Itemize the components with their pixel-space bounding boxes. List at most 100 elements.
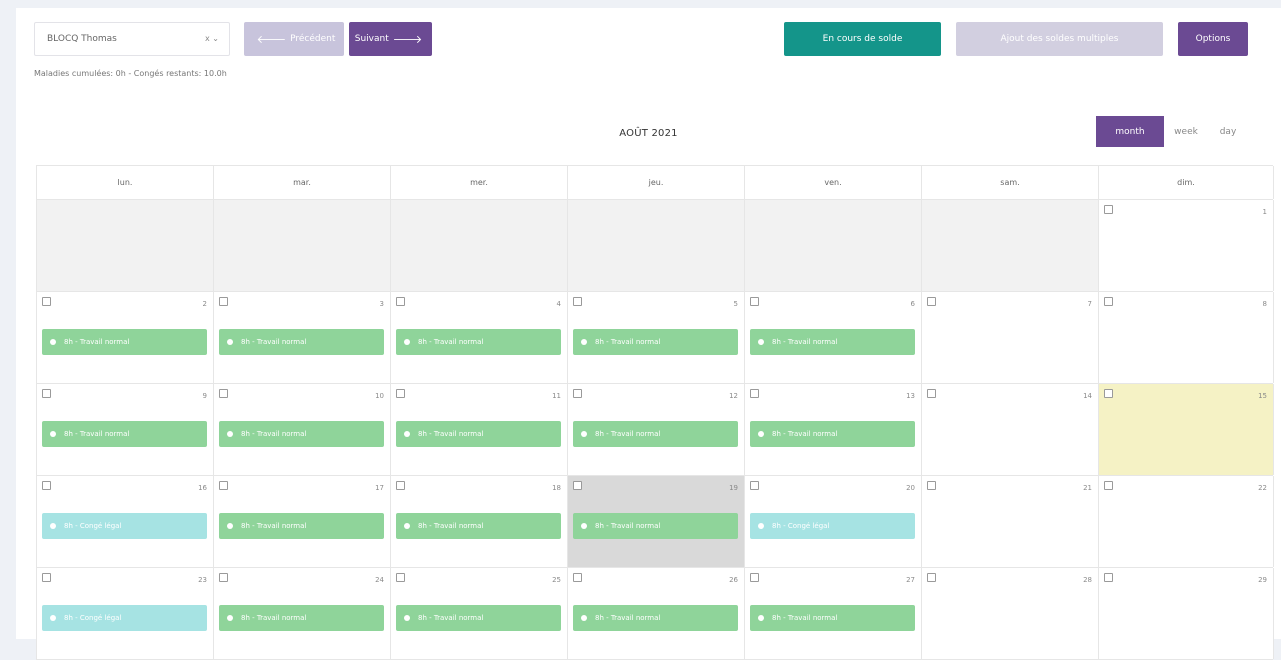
work-event[interactable]: 8h - Travail normal [42,421,207,447]
work-event[interactable]: 8h - Travail normal [750,329,915,355]
work-event[interactable]: 8h - Travail normal [750,605,915,631]
arrow-right-icon: 🡒 [392,33,423,46]
day-cell[interactable]: 10 8h - Travail normal [214,384,391,475]
day-cell[interactable]: 18 8h - Travail normal [391,476,568,567]
day-cell[interactable]: 8 [1099,292,1274,383]
day-cell[interactable]: 27 8h - Travail normal [745,568,922,659]
employee-select[interactable]: BLOCQ Thomas x ⌄ [34,22,230,56]
event-dot-icon [581,339,587,345]
day-select-checkbox[interactable] [396,389,405,398]
work-event[interactable]: 8h - Travail normal [573,605,738,631]
day-select-checkbox[interactable] [927,573,936,582]
work-event[interactable]: 8h - Travail normal [42,329,207,355]
day-number: 25 [552,576,561,584]
work-event[interactable]: 8h - Travail normal [396,329,561,355]
day-cell[interactable]: 28 [922,568,1099,659]
day-select-checkbox[interactable] [927,481,936,490]
day-select-checkbox[interactable] [396,297,405,306]
day-select-checkbox[interactable] [750,481,759,490]
planning-page: BLOCQ Thomas x ⌄ 🡐 Précédent Suivant 🡒 E… [16,8,1281,660]
day-cell[interactable]: 3 8h - Travail normal [214,292,391,383]
day-cell[interactable]: 4 8h - Travail normal [391,292,568,383]
options-button[interactable]: Options [1178,22,1248,56]
day-select-checkbox[interactable] [219,389,228,398]
day-cell[interactable]: 29 [1099,568,1274,659]
day-select-checkbox[interactable] [219,297,228,306]
view-day-button[interactable]: day [1208,116,1248,147]
day-cell[interactable]: 20 8h - Congé légal [745,476,922,567]
day-select-checkbox[interactable] [927,389,936,398]
day-cell[interactable]: 14 [922,384,1099,475]
previous-button[interactable]: 🡐 Précédent [244,22,344,56]
day-number: 21 [1083,484,1092,492]
day-select-checkbox[interactable] [396,573,405,582]
day-select-checkbox[interactable] [42,297,51,306]
day-cell[interactable]: 1 [1099,200,1274,291]
day-cell[interactable]: 13 8h - Travail normal [745,384,922,475]
day-select-checkbox[interactable] [573,389,582,398]
leave-event[interactable]: 8h - Congé légal [42,605,207,631]
day-number: 18 [552,484,561,492]
work-event[interactable]: 8h - Travail normal [573,513,738,539]
day-cell[interactable]: 9 8h - Travail normal [37,384,214,475]
work-event[interactable]: 8h - Travail normal [219,513,384,539]
day-cell[interactable]: 22 [1099,476,1274,567]
day-select-checkbox[interactable] [573,573,582,582]
day-select-checkbox[interactable] [750,389,759,398]
day-select-checkbox[interactable] [1104,389,1113,398]
ajout-soldes-multiples-button[interactable]: Ajout des soldes multiples [956,22,1163,56]
work-event[interactable]: 8h - Travail normal [396,421,561,447]
day-select-checkbox[interactable] [219,481,228,490]
day-cell[interactable]: 6 8h - Travail normal [745,292,922,383]
day-select-checkbox[interactable] [1104,297,1113,306]
day-select-checkbox[interactable] [42,389,51,398]
day-select-checkbox[interactable] [750,297,759,306]
day-select-checkbox[interactable] [396,481,405,490]
event-dot-icon [758,339,764,345]
day-cell[interactable]: 2 8h - Travail normal [37,292,214,383]
day-select-checkbox[interactable] [1104,573,1113,582]
weekday-label: jeu. [568,166,745,199]
leave-event[interactable]: 8h - Congé légal [750,513,915,539]
work-event[interactable]: 8h - Travail normal [396,605,561,631]
day-cell[interactable]: 23 8h - Congé légal [37,568,214,659]
day-cell[interactable]: 15 [1099,384,1274,475]
next-button[interactable]: Suivant 🡒 [349,22,432,56]
day-select-checkbox[interactable] [927,297,936,306]
work-event[interactable]: 8h - Travail normal [219,329,384,355]
day-cell-outside-month [922,200,1099,291]
event-dot-icon [227,615,233,621]
day-cell[interactable]: 17 8h - Travail normal [214,476,391,567]
day-select-checkbox[interactable] [219,573,228,582]
leave-event[interactable]: 8h - Congé légal [42,513,207,539]
work-event[interactable]: 8h - Travail normal [750,421,915,447]
day-cell[interactable]: 12 8h - Travail normal [568,384,745,475]
day-cell[interactable]: 7 [922,292,1099,383]
day-select-checkbox[interactable] [1104,205,1113,214]
work-event[interactable]: 8h - Travail normal [219,421,384,447]
en-cours-de-solde-button[interactable]: En cours de solde [784,22,941,56]
work-event[interactable]: 8h - Travail normal [396,513,561,539]
view-week-button[interactable]: week [1164,116,1208,147]
event-label: 8h - Travail normal [64,430,130,438]
day-select-checkbox[interactable] [573,297,582,306]
day-cell[interactable]: 19 8h - Travail normal [568,476,745,567]
work-event[interactable]: 8h - Travail normal [573,329,738,355]
day-select-checkbox[interactable] [750,573,759,582]
day-select-checkbox[interactable] [573,481,582,490]
day-cell[interactable]: 26 8h - Travail normal [568,568,745,659]
day-cell[interactable]: 5 8h - Travail normal [568,292,745,383]
day-cell[interactable]: 16 8h - Congé légal [37,476,214,567]
day-select-checkbox[interactable] [1104,481,1113,490]
day-cell[interactable]: 25 8h - Travail normal [391,568,568,659]
day-cell[interactable]: 11 8h - Travail normal [391,384,568,475]
day-cell[interactable]: 21 [922,476,1099,567]
day-select-checkbox[interactable] [42,481,51,490]
view-month-button[interactable]: month [1096,116,1164,147]
work-event[interactable]: 8h - Travail normal [573,421,738,447]
day-cell[interactable]: 24 8h - Travail normal [214,568,391,659]
work-event[interactable]: 8h - Travail normal [219,605,384,631]
day-select-checkbox[interactable] [42,573,51,582]
select-clear-and-chevron-icon[interactable]: x ⌄ [205,34,219,43]
day-number: 2 [202,300,207,308]
